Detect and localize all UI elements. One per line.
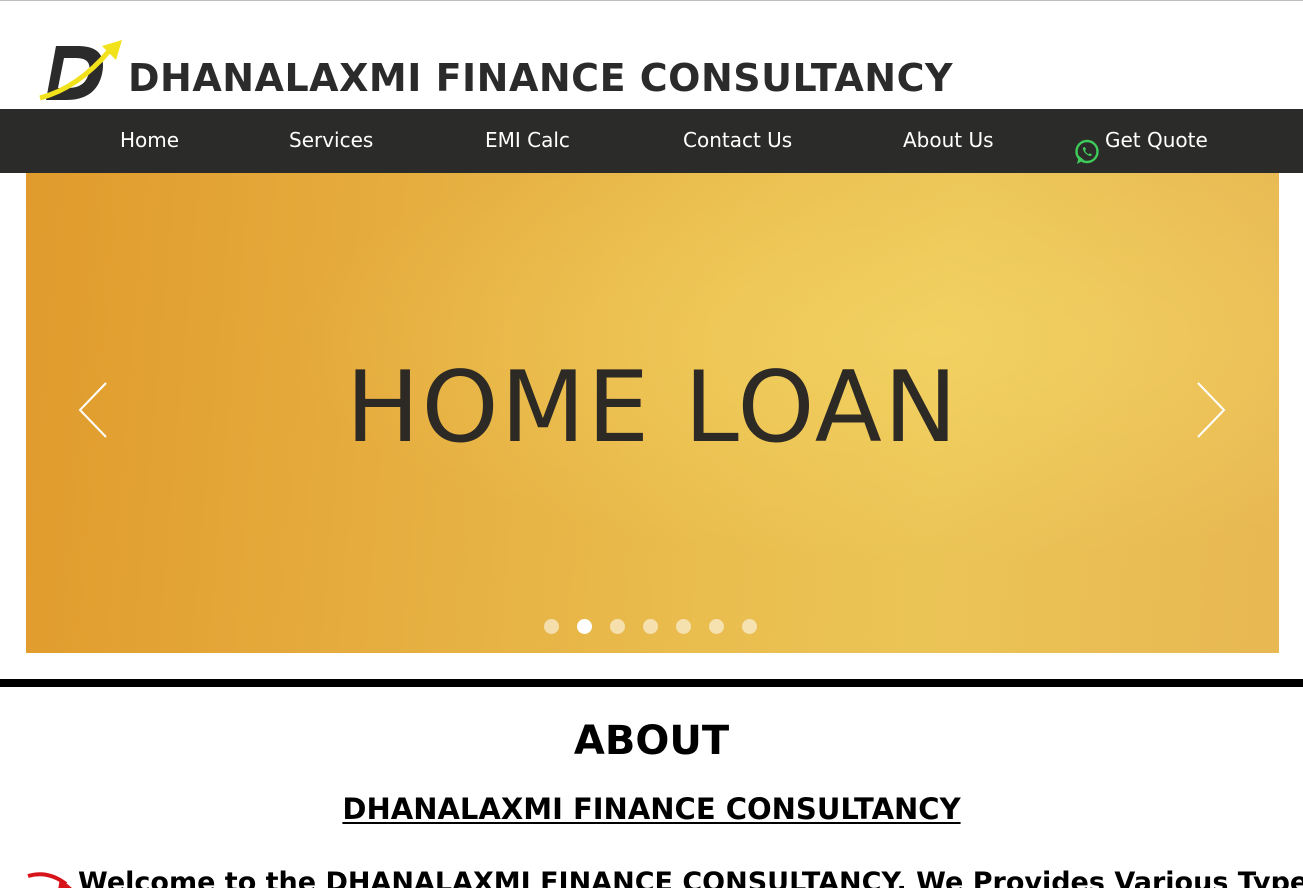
main-navbar: Home Services EMI Calc Contact Us About … <box>0 109 1303 173</box>
section-divider <box>0 679 1303 687</box>
nav-contact-us[interactable]: Contact Us <box>683 109 792 173</box>
nav-contact-us-label: Contact Us <box>683 128 793 152</box>
hero-slider[interactable]: HOME LOAN <box>26 173 1279 653</box>
page: DHANALAXMI FINANCE CONSULTANCY Home Serv… <box>0 0 1303 888</box>
nav-home[interactable]: Home <box>120 109 179 173</box>
slider-dot[interactable] <box>577 619 592 634</box>
brand-logo-icon[interactable] <box>38 38 124 106</box>
chevron-right-icon[interactable] <box>1196 381 1226 439</box>
welcome-text: Welcome to the DHANALAXMI FINANCE CONSUL… <box>78 867 1303 888</box>
about-heading: ABOUT <box>573 718 730 764</box>
nav-services-label: Services <box>289 128 374 152</box>
nav-emi-calc-label: EMI Calc <box>485 128 570 152</box>
slide-title: HOME LOAN <box>345 351 960 465</box>
slider-dot[interactable] <box>610 619 625 634</box>
nav-get-quote-label: Get Quote <box>1105 128 1208 152</box>
nav-about-us-label: About Us <box>903 128 994 152</box>
nav-about-us[interactable]: About Us <box>903 109 994 173</box>
about-subheading: DHANALAXMI FINANCE CONSULTANCY <box>0 790 1303 828</box>
slider-dot[interactable] <box>676 619 691 634</box>
slider-dot[interactable] <box>544 619 559 634</box>
welcome-paragraph: Welcome to the DHANALAXMI FINANCE CONSUL… <box>26 866 1303 888</box>
brand-title[interactable]: DHANALAXMI FINANCE CONSULTANCY <box>128 55 953 101</box>
slider-dot[interactable] <box>742 619 757 634</box>
chevron-left-icon[interactable] <box>78 381 108 439</box>
whatsapp-icon <box>1074 127 1100 164</box>
slider-dot[interactable] <box>643 619 658 634</box>
slider-dot[interactable] <box>709 619 724 634</box>
nav-home-label: Home <box>120 128 180 152</box>
about-subheading-text: DHANALAXMI FINANCE CONSULTANCY <box>342 792 961 826</box>
nav-services[interactable]: Services <box>289 109 373 173</box>
nav-get-quote[interactable]: Get Quote <box>1074 109 1208 173</box>
red-arrow-pointer-icon <box>26 869 74 888</box>
site-header: DHANALAXMI FINANCE CONSULTANCY <box>0 1 1303 109</box>
nav-emi-calc[interactable]: EMI Calc <box>485 109 570 173</box>
